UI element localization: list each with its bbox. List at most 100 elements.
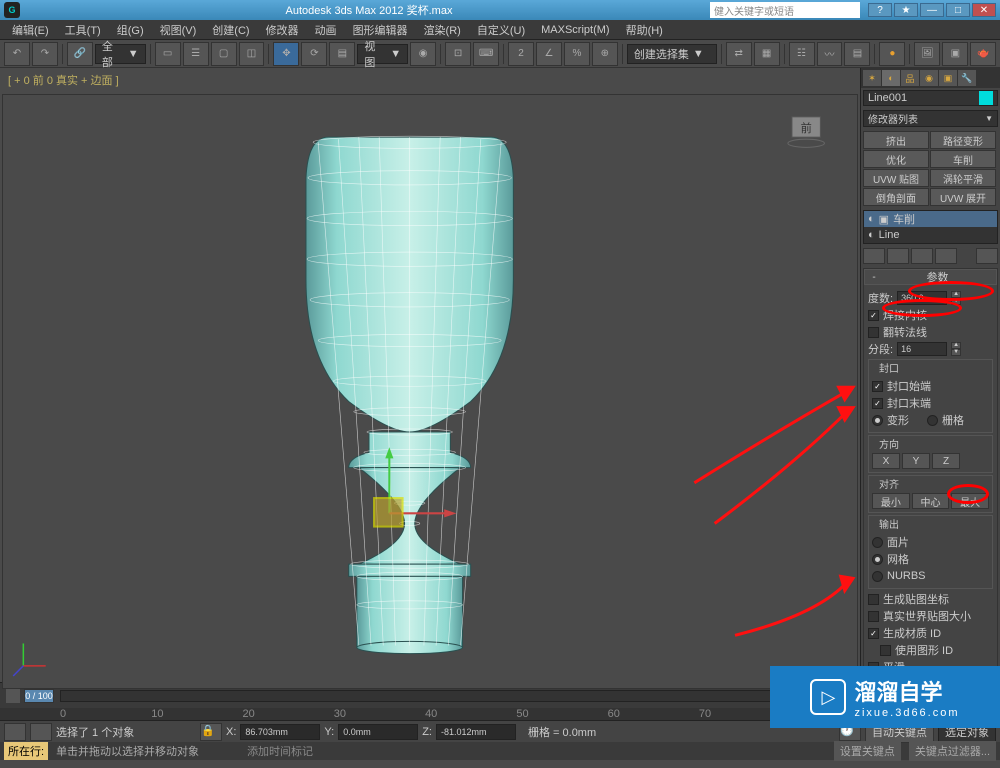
output-nurbs-radio[interactable] — [872, 571, 883, 582]
setkey-button[interactable]: 设置关键点 — [834, 741, 901, 761]
info-button[interactable]: ? — [868, 3, 892, 17]
menu-animation[interactable]: 动画 — [307, 22, 345, 38]
menu-customize[interactable]: 自定义(U) — [469, 22, 533, 38]
morph-radio[interactable] — [872, 415, 883, 426]
menu-modifiers[interactable]: 修改器 — [258, 22, 307, 38]
render-frame-button[interactable]: ▣ — [942, 42, 968, 66]
output-patch-radio[interactable] — [872, 537, 883, 548]
keyboard-button[interactable]: ⌨ — [473, 42, 499, 66]
maximize-button[interactable]: □ — [946, 3, 970, 17]
spinner-snap-button[interactable]: ⊕ — [592, 42, 618, 66]
frame-indicator[interactable]: 0 / 100 — [24, 689, 54, 703]
params-rollout-header[interactable]: 参数 — [864, 269, 997, 285]
named-selection-combo[interactable]: 创建选择集▼ — [627, 44, 717, 64]
mod-lathe-button[interactable]: 车削 — [930, 150, 996, 168]
keyfilter-button[interactable]: 关键点过滤器... — [909, 741, 996, 761]
cap-start-checkbox[interactable]: ✓ — [872, 381, 883, 392]
use-shapeid-checkbox[interactable] — [880, 645, 891, 656]
snap-angle-button[interactable]: ∠ — [536, 42, 562, 66]
show-end-button[interactable] — [887, 248, 909, 264]
configure-sets-button[interactable] — [976, 248, 998, 264]
segments-spin-buttons[interactable]: ▲▼ — [951, 342, 961, 356]
unique-button[interactable] — [911, 248, 933, 264]
object-name-field[interactable]: Line001 — [863, 90, 998, 106]
mod-bevelprofile-button[interactable]: 倒角剖面 — [863, 188, 929, 206]
mod-optimize-button[interactable]: 优化 — [863, 150, 929, 168]
menu-help[interactable]: 帮助(H) — [618, 22, 671, 38]
mod-pathdeform-button[interactable]: 路径变形 — [930, 131, 996, 149]
modstack-lathe-item[interactable]: ◐▣ 车削 — [864, 211, 997, 227]
create-tab-icon[interactable]: ✶ — [863, 70, 881, 86]
segments-spinner[interactable]: 16 — [897, 342, 947, 356]
hierarchy-tab-icon[interactable]: 品 — [901, 70, 919, 86]
layer-button[interactable]: ☷ — [789, 42, 815, 66]
timeline-toggle-icon[interactable] — [6, 689, 20, 703]
rotate-button[interactable]: ⟳ — [301, 42, 327, 66]
object-color-swatch[interactable] — [979, 91, 993, 105]
snap-percent-button[interactable]: % — [564, 42, 590, 66]
select-region-button[interactable]: ▢ — [211, 42, 237, 66]
modstack-line-item[interactable]: ◐ Line — [864, 227, 997, 243]
remove-mod-button[interactable] — [935, 248, 957, 264]
render-button[interactable]: 🫖 — [970, 42, 996, 66]
utilities-tab-icon[interactable]: 🔧 — [958, 70, 976, 86]
x-coord-input[interactable]: 86.703mm — [240, 724, 320, 740]
z-coord-input[interactable]: -81.012mm — [436, 724, 516, 740]
y-coord-input[interactable]: 0.0mm — [338, 724, 418, 740]
ref-coord-combo[interactable]: 视图▼ — [357, 44, 408, 64]
mod-uvwunwrap-button[interactable]: UVW 展开 — [930, 188, 996, 206]
maxscript-mini-button[interactable] — [4, 723, 26, 741]
schematic-button[interactable]: ▤ — [844, 42, 870, 66]
gen-mapping-checkbox[interactable] — [868, 594, 879, 605]
align-max-button[interactable]: 最大 — [951, 493, 989, 509]
menu-create[interactable]: 创建(C) — [204, 22, 257, 38]
menu-render[interactable]: 渲染(R) — [416, 22, 469, 38]
link-button[interactable]: 🔗 — [67, 42, 93, 66]
mod-turbosmooth-button[interactable]: 涡轮平滑 — [930, 169, 996, 187]
select-name-button[interactable]: ☰ — [183, 42, 209, 66]
align-button[interactable]: ▦ — [754, 42, 780, 66]
select-button[interactable]: ▭ — [155, 42, 181, 66]
modifier-stack[interactable]: ◐▣ 车削 ◐ Line — [863, 210, 998, 244]
help-search-input[interactable]: 健入关键字或短语 — [710, 2, 860, 18]
flip-normals-checkbox[interactable] — [868, 327, 879, 338]
mod-uvwmap-button[interactable]: UVW 贴图 — [863, 169, 929, 187]
star-button[interactable]: ★ — [894, 3, 918, 17]
pin-stack-button[interactable] — [863, 248, 885, 264]
mirror-button[interactable]: ⇄ — [726, 42, 752, 66]
display-tab-icon[interactable]: ▣ — [939, 70, 957, 86]
redo-button[interactable]: ↷ — [32, 42, 58, 66]
curve-editor-button[interactable]: 〰 — [817, 42, 843, 66]
modifier-list-combo[interactable]: 修改器列表 — [863, 110, 998, 127]
isolate-button[interactable] — [30, 723, 52, 741]
viewport-label[interactable]: [ + 0 前 0 真实 + 边面 ] — [0, 68, 860, 92]
menu-group[interactable]: 组(G) — [109, 22, 152, 38]
viewport[interactable]: 前 — [2, 94, 858, 689]
output-mesh-radio[interactable] — [872, 554, 883, 565]
menu-edit[interactable]: 编辑(E) — [4, 22, 57, 38]
degree-spinner[interactable]: 360.0 — [897, 291, 947, 305]
axis-z-button[interactable]: Z — [932, 453, 960, 469]
close-button[interactable]: ✕ — [972, 3, 996, 17]
menu-grapheditor[interactable]: 图形编辑器 — [345, 22, 416, 38]
menu-view[interactable]: 视图(V) — [152, 22, 205, 38]
align-center-button[interactable]: 中心 — [912, 493, 950, 509]
align-min-button[interactable]: 最小 — [872, 493, 910, 509]
gen-matid-checkbox[interactable]: ✓ — [868, 628, 879, 639]
snap-2d-button[interactable]: 2 — [508, 42, 534, 66]
scale-button[interactable]: ▤ — [329, 42, 355, 66]
move-button[interactable]: ✥ — [273, 42, 299, 66]
axis-y-button[interactable]: Y — [902, 453, 930, 469]
modify-tab-icon[interactable]: ◐ — [882, 70, 900, 86]
motion-tab-icon[interactable]: ◉ — [920, 70, 938, 86]
axis-x-button[interactable]: X — [872, 453, 900, 469]
pivot-button[interactable]: ◉ — [410, 42, 436, 66]
degree-spin-buttons[interactable]: ▲▼ — [951, 291, 961, 305]
real-world-checkbox[interactable] — [868, 611, 879, 622]
window-crossing-button[interactable]: ◫ — [239, 42, 265, 66]
selection-scope-combo[interactable]: 全部▼ — [95, 44, 146, 64]
mod-extrude-button[interactable]: 挤出 — [863, 131, 929, 149]
menu-tools[interactable]: 工具(T) — [57, 22, 109, 38]
minimize-button[interactable]: — — [920, 3, 944, 17]
lock-selection-button[interactable]: 🔒 — [200, 723, 222, 741]
